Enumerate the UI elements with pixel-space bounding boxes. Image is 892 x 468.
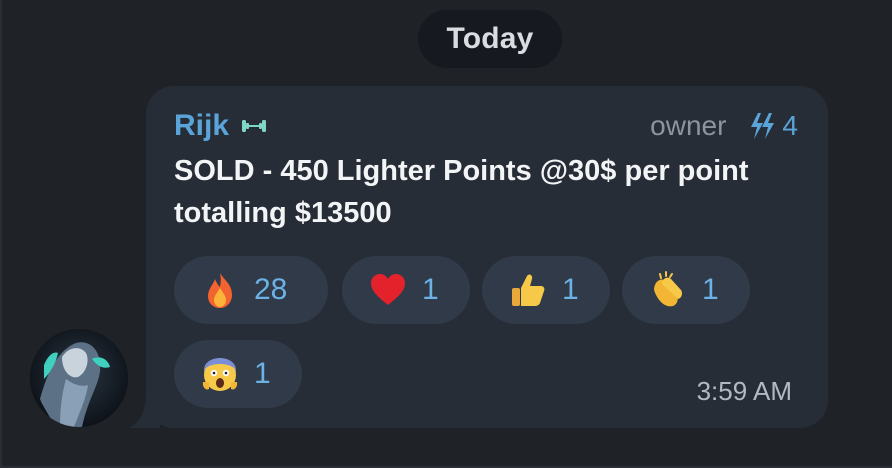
boost-count: 4 <box>782 110 798 141</box>
dumbbell-icon <box>241 116 267 136</box>
reaction-count: 1 <box>702 273 719 306</box>
red-heart-icon <box>368 270 408 310</box>
date-separator: Today <box>418 10 562 68</box>
message-time: 3:59 AM <box>696 376 792 406</box>
role-badge: owner <box>650 110 727 141</box>
reaction-fire[interactable]: 28 <box>174 256 328 324</box>
boost-icon <box>751 113 775 139</box>
boost-counter: 4 <box>748 110 798 142</box>
reaction-screaming[interactable]: 1 <box>174 340 302 408</box>
avatar-image <box>30 329 128 427</box>
sender-name[interactable]: Rijk <box>174 109 229 143</box>
avatar[interactable] <box>30 329 128 427</box>
message-header: Rijk owner 4 <box>174 106 798 146</box>
reaction-clapping[interactable]: 1 <box>622 256 750 324</box>
clapping-hands-icon <box>648 270 688 310</box>
reaction-heart[interactable]: 1 <box>342 256 470 324</box>
reaction-count: 1 <box>422 273 439 306</box>
reaction-count: 1 <box>562 273 579 306</box>
fire-icon <box>200 270 240 310</box>
screaming-face-icon <box>200 354 240 394</box>
message-bubble[interactable]: Rijk owner 4 SOLD - 450 Lighter Points @… <box>146 86 828 428</box>
reaction-thumbs-up[interactable]: 1 <box>482 256 610 324</box>
message-text: SOLD - 450 Lighter Points @30$ per point… <box>174 155 749 229</box>
reaction-count: 28 <box>254 273 288 306</box>
thumbs-up-icon <box>508 270 548 310</box>
reaction-count: 1 <box>254 357 271 390</box>
